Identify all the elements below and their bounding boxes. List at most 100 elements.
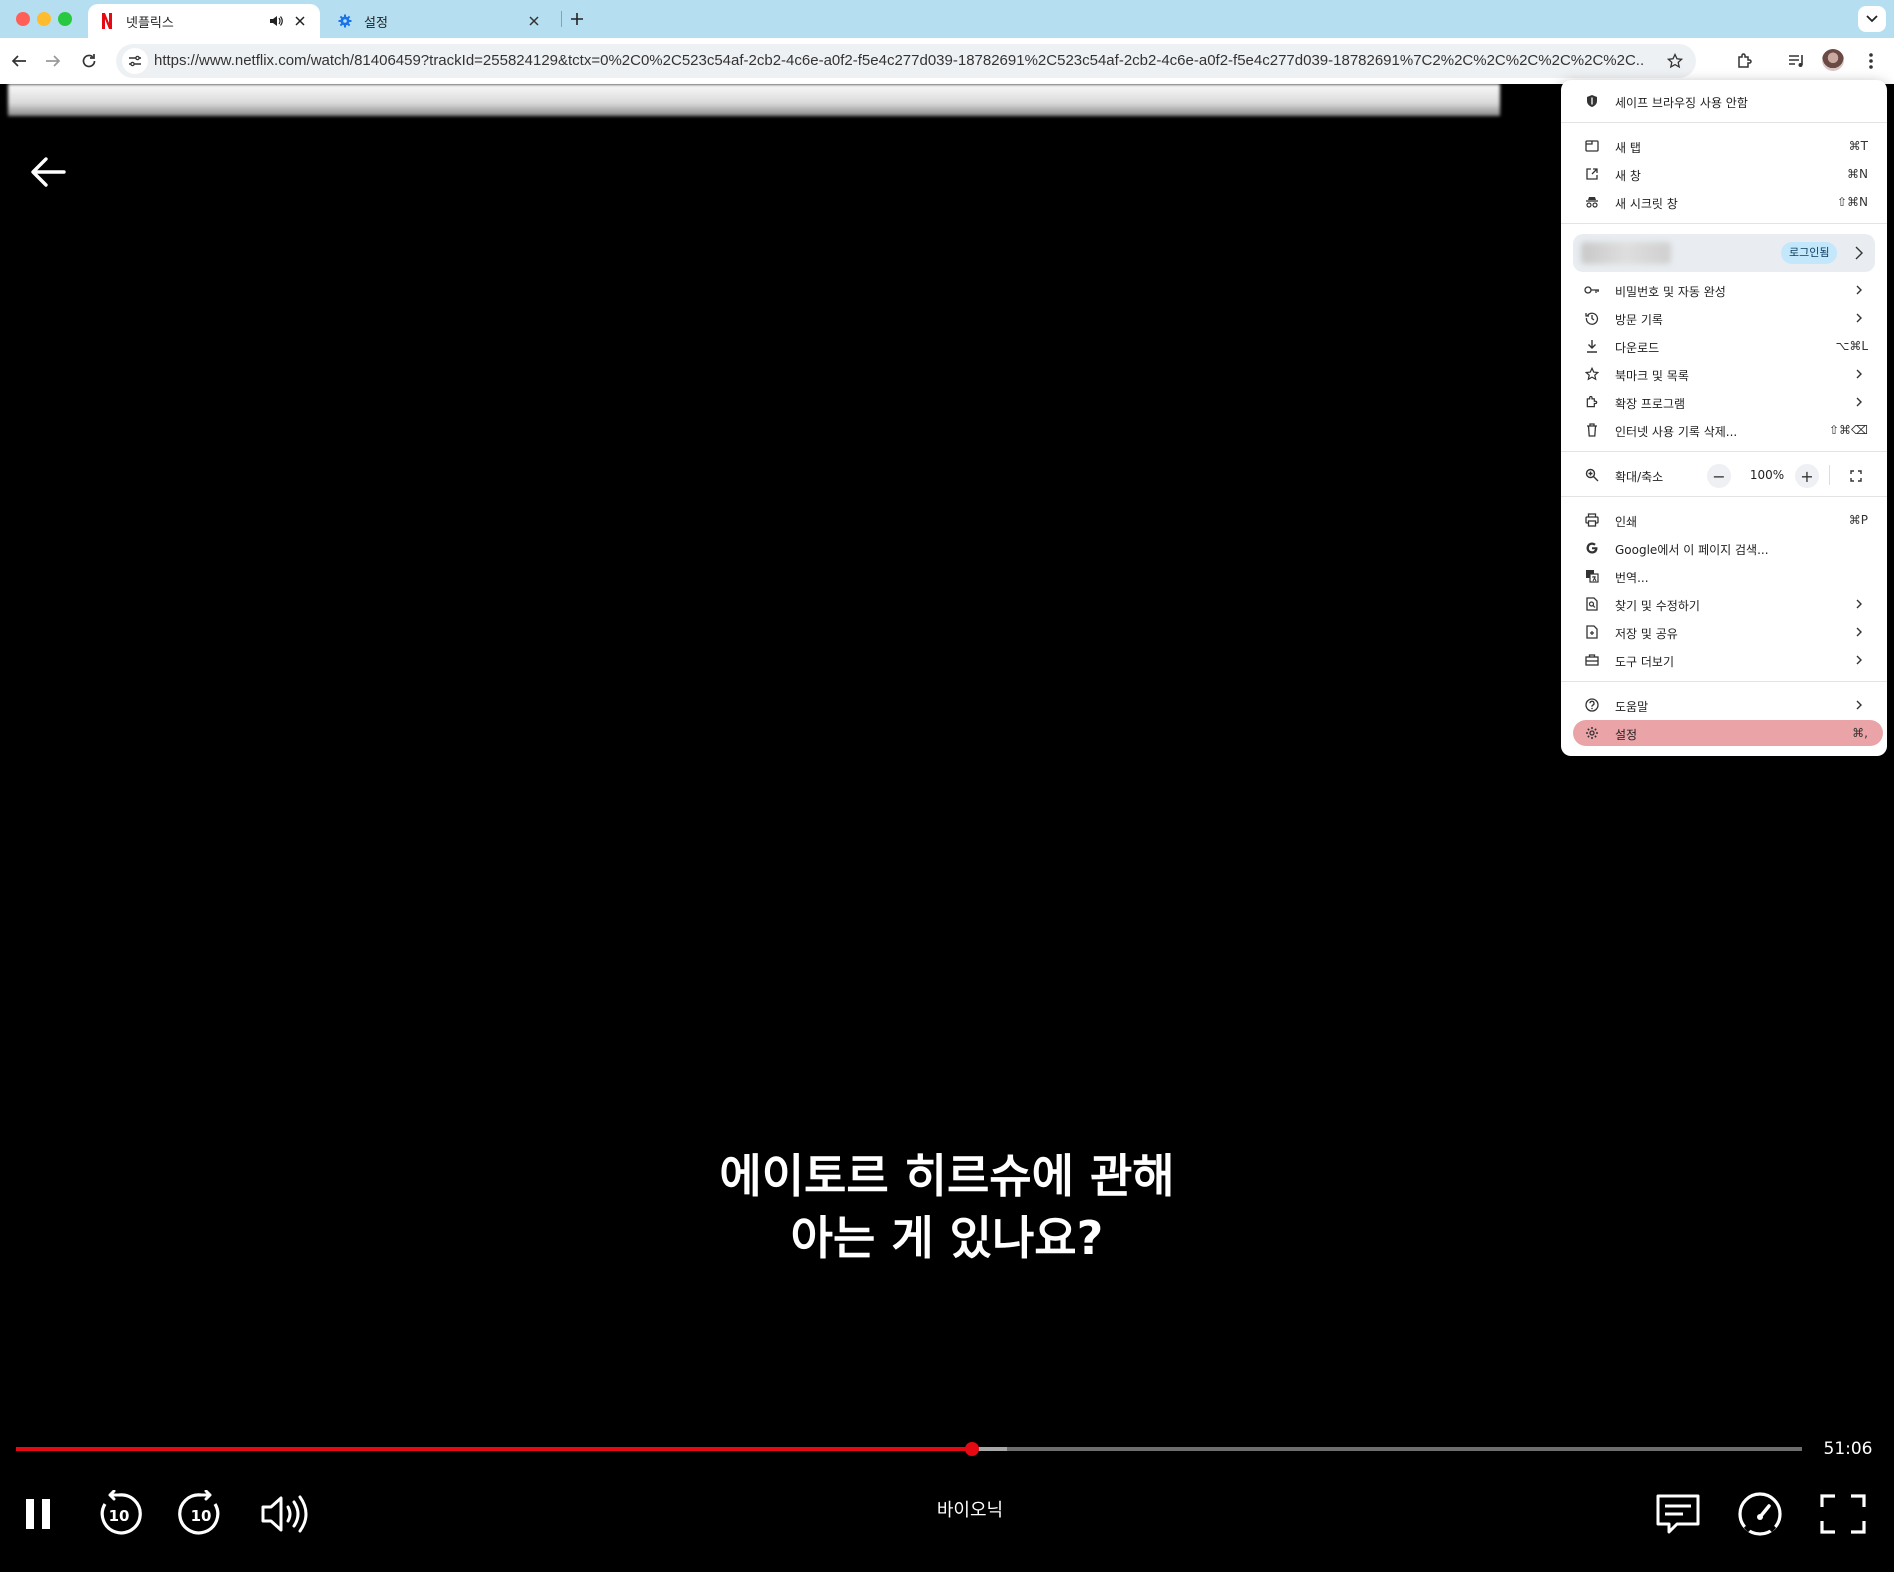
skip-back-label: 10 <box>109 1507 130 1525</box>
tab-search-button[interactable] <box>1858 6 1886 32</box>
zoom-out-button[interactable]: − <box>1707 464 1731 488</box>
window-close-button[interactable] <box>16 12 30 26</box>
menu-item-history[interactable]: 방문 기록 <box>1561 304 1887 332</box>
tab-netflix[interactable]: 넷플릭스 <box>88 4 320 38</box>
tab-strip: 넷플릭스 설정 <box>0 0 1894 38</box>
new-tab-icon <box>1584 138 1600 154</box>
window-minimize-button[interactable] <box>37 12 51 26</box>
menu-item-find-edit[interactable]: 찾기 및 수정하기 <box>1561 590 1887 618</box>
menu-item-label: 다운로드 <box>1615 341 1660 355</box>
menu-item-google-search[interactable]: Google에서 이 페이지 검색... <box>1561 534 1887 562</box>
chevron-right-icon <box>1856 700 1862 710</box>
menu-item-bookmarks[interactable]: 북마크 및 목록 <box>1561 360 1887 388</box>
time-remaining: 51:06 <box>1823 1439 1873 1459</box>
menu-item-downloads[interactable]: 다운로드 ⌥⌘L <box>1561 332 1887 360</box>
menu-item-label: 확장 프로그램 <box>1615 397 1686 411</box>
tab-separator <box>561 11 562 27</box>
playback-speed-button[interactable] <box>1734 1488 1786 1540</box>
netflix-icon <box>98 12 116 30</box>
subtitle-line: 아는 게 있나요? <box>790 1211 1104 1265</box>
chevron-right-icon <box>1856 655 1862 665</box>
skip-back-10-button[interactable]: 10 <box>93 1488 145 1540</box>
episode-title: 바이오닉 <box>936 1500 1004 1521</box>
forward-button[interactable] <box>38 46 68 76</box>
tab-settings[interactable]: 설정 <box>326 4 554 38</box>
chevron-right-icon <box>1856 285 1862 295</box>
menu-item-label: Google에서 이 페이지 검색... <box>1615 543 1769 557</box>
zoom-icon <box>1584 467 1600 483</box>
menu-item-label: 도구 더보기 <box>1615 655 1675 669</box>
browser-menu: 세이프 브라우징 사용 안함 새 탭 ⌘T 새 창 ⌘N 새 시크릿 창 ⇧⌘N <box>1561 80 1887 756</box>
url-text: https://www.netflix.com/watch/81406459?t… <box>154 52 1644 69</box>
extensions-icon[interactable] <box>1732 48 1758 74</box>
back-arrow-icon[interactable] <box>28 152 68 192</box>
menu-item-save-share[interactable]: 저장 및 공유 <box>1561 618 1887 646</box>
zoom-in-button[interactable]: + <box>1795 464 1819 488</box>
trash-icon <box>1584 422 1600 438</box>
menu-item-label: 새 시크릿 창 <box>1615 197 1678 211</box>
fullscreen-icon[interactable] <box>1844 464 1868 488</box>
menu-item-label: 새 창 <box>1615 169 1641 183</box>
profile-avatar[interactable] <box>1822 49 1844 71</box>
menu-item-extensions[interactable]: 확장 프로그램 <box>1561 388 1887 416</box>
toolbox-icon <box>1584 652 1600 668</box>
zoom-level: 100% <box>1749 468 1785 482</box>
menu-item-print[interactable]: 인쇄 ⌘P <box>1561 506 1887 534</box>
shortcut-text: ⌘N <box>1847 167 1868 181</box>
pause-button[interactable] <box>12 1488 64 1540</box>
browser-window: 넷플릭스 설정 https://www.netflix.com/watch/81… <box>0 0 1894 1572</box>
fullscreen-button[interactable] <box>1817 1488 1869 1540</box>
menu-item-settings[interactable]: 설정 ⌘, <box>1561 719 1887 747</box>
menu-item-zoom: 확대/축소 − 100% + <box>1561 461 1887 489</box>
menu-item-safe-browsing[interactable]: 세이프 브라우징 사용 안함 <box>1561 87 1887 115</box>
menu-separator <box>1561 223 1887 224</box>
puzzle-icon <box>1584 394 1600 410</box>
close-tab-icon[interactable] <box>290 11 310 31</box>
chevron-right-icon <box>1856 313 1862 323</box>
help-icon <box>1584 697 1600 713</box>
tab-title: 넷플릭스 <box>126 15 174 31</box>
window-maximize-button[interactable] <box>58 12 72 26</box>
menu-item-more-tools[interactable]: 도구 더보기 <box>1561 646 1887 674</box>
menu-item-label: 세이프 브라우징 사용 안함 <box>1615 96 1748 110</box>
menu-item-label: 확대/축소 <box>1615 470 1664 484</box>
bookmarks-bar-blurred <box>8 84 1500 116</box>
menu-item-label: 북마크 및 목록 <box>1615 369 1689 383</box>
progress-bar[interactable] <box>16 1447 1802 1451</box>
shortcut-text: ⌘T <box>1848 139 1868 153</box>
reload-button[interactable] <box>74 46 104 76</box>
menu-item-new-window[interactable]: 새 창 ⌘N <box>1561 160 1887 188</box>
menu-item-passwords[interactable]: 비밀번호 및 자동 완성 <box>1561 276 1887 304</box>
zoom-divider <box>1829 465 1830 485</box>
new-window-icon <box>1584 166 1600 182</box>
new-tab-button[interactable] <box>565 7 589 31</box>
menu-item-help[interactable]: 도움말 <box>1561 691 1887 719</box>
browser-toolbar: https://www.netflix.com/watch/81406459?t… <box>0 38 1894 84</box>
key-icon <box>1584 282 1600 298</box>
google-icon <box>1584 540 1600 556</box>
menu-item-label: 설정 <box>1615 728 1638 742</box>
gear-icon <box>336 12 354 30</box>
menu-item-translate[interactable]: 번역... <box>1561 562 1887 590</box>
back-button[interactable] <box>4 46 34 76</box>
chevron-right-icon <box>1856 599 1862 609</box>
speaker-icon[interactable] <box>266 11 286 31</box>
menu-item-label: 비밀번호 및 자동 완성 <box>1615 285 1726 299</box>
bookmark-star-icon[interactable] <box>1664 50 1686 72</box>
subtitles-audio-button[interactable] <box>1652 1488 1704 1540</box>
volume-button[interactable] <box>258 1488 310 1540</box>
shortcut-text: ⇧⌘N <box>1836 195 1868 209</box>
close-tab-icon[interactable] <box>524 11 544 31</box>
menu-item-new-incognito[interactable]: 새 시크릿 창 ⇧⌘N <box>1561 188 1887 216</box>
site-info-icon[interactable] <box>122 48 148 74</box>
skip-forward-10-button[interactable]: 10 <box>175 1488 227 1540</box>
menu-item-clear-data[interactable]: 인터넷 사용 기록 삭제... ⇧⌘⌫ <box>1561 416 1887 444</box>
menu-profile-row[interactable]: 로그인됨 <box>1573 234 1875 272</box>
more-menu-icon[interactable] <box>1858 48 1884 74</box>
progress-scrubber[interactable] <box>964 1442 979 1456</box>
media-control-icon[interactable] <box>1784 48 1810 74</box>
address-bar[interactable]: https://www.netflix.com/watch/81406459?t… <box>116 44 1696 78</box>
printer-icon <box>1584 512 1600 528</box>
star-icon <box>1584 366 1600 382</box>
menu-item-new-tab[interactable]: 새 탭 ⌘T <box>1561 132 1887 160</box>
